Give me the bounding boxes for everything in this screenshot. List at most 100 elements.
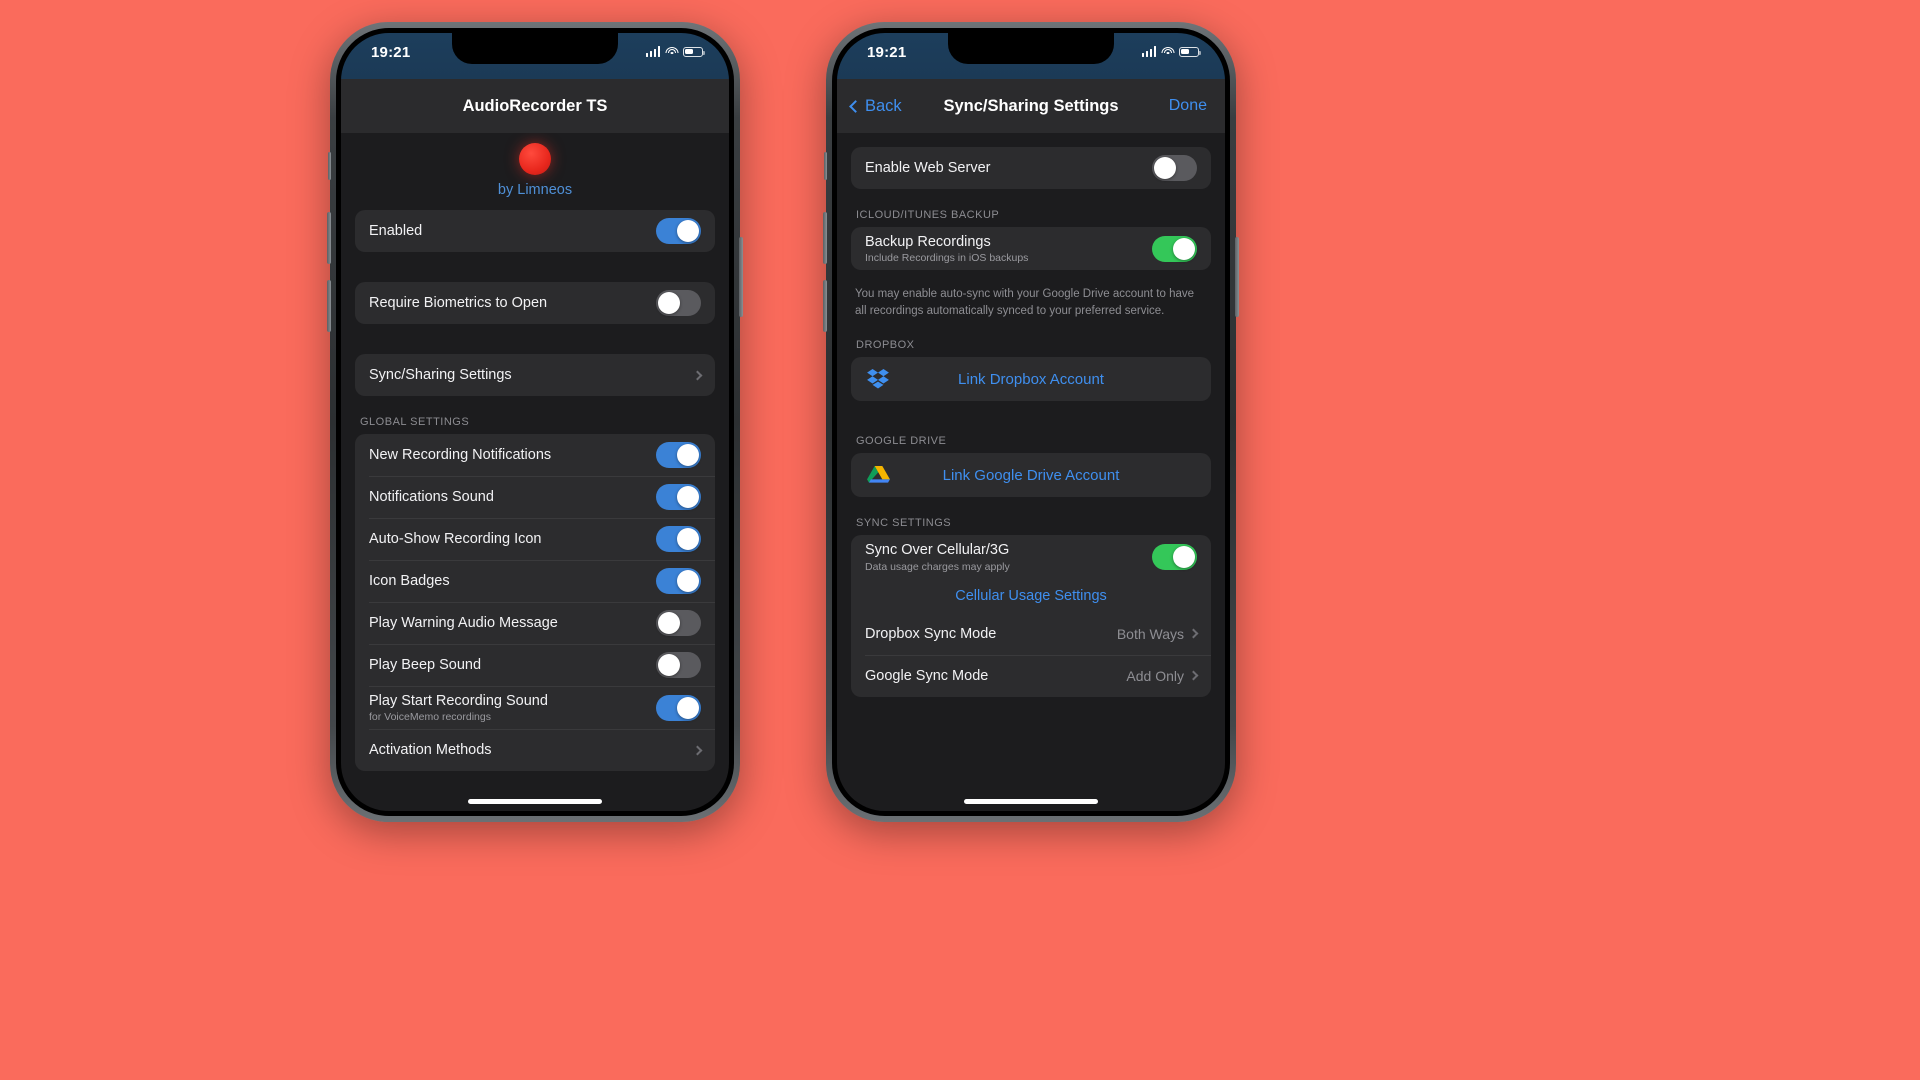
row-play-beep-sound[interactable]: Play Beep Sound [355,644,715,686]
row-label: Google Sync Mode [865,667,989,684]
row-require-biometrics[interactable]: Require Biometrics to Open [355,282,715,324]
top-spacer [851,133,1211,147]
row-label: New Recording Notifications [369,446,552,463]
power-button[interactable] [739,237,743,317]
row-biometrics-text: Require Biometrics to Open [369,288,547,318]
status-icons [1141,44,1201,57]
toggle-knob [1154,157,1176,179]
row-label: Activation Methods [369,742,492,759]
row-icon-badges[interactable]: Icon Badges [355,560,715,602]
power-button[interactable] [1235,237,1239,317]
toggle-enabled[interactable] [656,218,701,244]
group-web-server: Enable Web Server [851,147,1211,189]
group-google-drive: Link Google Drive Account [851,453,1211,498]
row-auto-show-recording-icon[interactable]: Auto-Show Recording Icon [355,518,715,560]
group-sync-settings: Sync Over Cellular/3G Data usage charges… [851,535,1211,697]
row-label: Play Start Recording Sound [369,693,548,709]
volume-up-button[interactable] [327,212,331,264]
settings-scroll-view[interactable]: by Limneos Enabled Require Biometrics to… [341,133,729,811]
toggle-knob [677,486,699,508]
wifi-icon [1161,46,1174,57]
sync-settings-scroll-view[interactable]: Enable Web Server ICLOUD/ITUNES BACKUP B… [837,133,1225,811]
done-button[interactable]: Done [1169,97,1207,115]
toggle-play-start-recording-sound[interactable] [656,694,701,721]
navbar: AudioRecorder TS [341,79,729,133]
toggle-new-recording-notifications[interactable] [656,442,701,468]
row-backup-recordings[interactable]: Backup Recordings Include Recordings in … [851,227,1211,270]
group-biometrics: Require Biometrics to Open [355,282,715,324]
row-sync-sharing-settings[interactable]: Sync/Sharing Settings [355,354,715,396]
toggle-knob [677,696,699,719]
notch [452,33,618,64]
row-dropbox-sync-mode[interactable]: Dropbox Sync Mode Both Ways [851,613,1211,655]
row-play-start-recording-sound[interactable]: Play Start Recording Sound for VoiceMemo… [355,686,715,729]
phone-right: 19:21 Back Sync/Sharing Settings Done En… [823,22,1239,822]
volume-up-button[interactable] [823,212,827,264]
toggle-knob [1173,237,1195,260]
row-enable-web-server[interactable]: Enable Web Server [851,147,1211,189]
link-google-drive-label: Link Google Drive Account [942,466,1120,484]
toggle-require-biometrics[interactable] [656,290,701,316]
row-activation-methods[interactable]: Activation Methods [355,729,715,771]
navbar: Back Sync/Sharing Settings Done [837,79,1225,133]
row-value: Both Ways [1116,625,1184,642]
toggle-play-beep-sound[interactable] [656,652,701,678]
section-header-google-drive: GOOGLE DRIVE [856,435,947,448]
link-cellular-usage-settings[interactable]: Cellular Usage Settings [851,579,1211,613]
row-label: Sync/Sharing Settings [369,366,512,383]
row-label: Icon Badges [369,572,450,589]
mute-switch[interactable] [824,152,827,180]
status-time: 19:21 [371,44,411,61]
row-notifications-sound[interactable]: Notifications Sound [355,476,715,518]
volume-down-button[interactable] [823,280,827,332]
row-play-warning-audio-message[interactable]: Play Warning Audio Message [355,602,715,644]
phone-right-screen: 19:21 Back Sync/Sharing Settings Done En… [837,33,1225,811]
toggle-knob [677,220,699,242]
row-sync-over-cellular[interactable]: Sync Over Cellular/3G Data usage charges… [851,535,1211,578]
volume-down-button[interactable] [327,280,331,332]
back-button[interactable]: Back [849,97,902,116]
row-text: Play Beep Sound [369,650,481,680]
app-byline: by Limneos [497,182,573,198]
toggle-backup-recordings[interactable] [1152,235,1197,262]
app-header: by Limneos [355,133,715,210]
row-text: Google Sync Mode [865,661,988,691]
home-indicator[interactable] [468,799,602,804]
toggle-knob [658,292,680,314]
row-new-recording-notifications[interactable]: New Recording Notifications [355,434,715,476]
row-sublabel: Include Recordings in iOS backups [865,252,1029,265]
toggle-knob [677,528,699,550]
row-label: Enabled [369,222,423,239]
row-label: Dropbox Sync Mode [865,625,997,642]
battery-icon [1179,46,1201,57]
row-label: Sync Over Cellular/3G [865,542,1010,559]
toggle-knob [677,570,699,592]
chevron-right-icon [692,370,703,380]
toggle-play-warning-audio-message[interactable] [656,610,701,636]
toggle-icon-badges[interactable] [656,568,701,594]
row-text: Sync Over Cellular/3G Data usage charges… [865,535,1010,578]
home-indicator[interactable] [964,799,1098,804]
phone-left-screen: 19:21 AudioRecorder TS by Limneos Enable… [341,33,729,811]
row-sublabel: for VoiceMemo recordings [369,711,491,724]
section-header-sync-settings: SYNC SETTINGS [856,517,952,530]
row-label: Play Warning Audio Message [369,614,558,631]
row-right: Add Only [1126,668,1199,684]
row-link-google-drive-account[interactable]: Link Google Drive Account [851,453,1211,497]
toggle-enable-web-server[interactable] [1152,155,1197,181]
notch [948,33,1114,64]
row-enabled-text: Enabled [369,216,422,246]
row-link-dropbox-account[interactable]: Link Dropbox Account [851,357,1211,401]
toggle-knob [658,612,680,634]
row-text: Dropbox Sync Mode [865,619,996,649]
group-sync-sharing: Sync/Sharing Settings [355,354,715,396]
toggle-sync-over-cellular[interactable] [1152,544,1197,571]
page-title: Sync/Sharing Settings [943,96,1119,115]
toggle-notifications-sound[interactable] [656,484,701,510]
chevron-left-icon [849,99,862,113]
toggle-auto-show-recording-icon[interactable] [656,526,701,552]
row-enabled[interactable]: Enabled [355,210,715,252]
mute-switch[interactable] [328,152,331,180]
row-google-sync-mode[interactable]: Google Sync Mode Add Only [851,654,1211,697]
